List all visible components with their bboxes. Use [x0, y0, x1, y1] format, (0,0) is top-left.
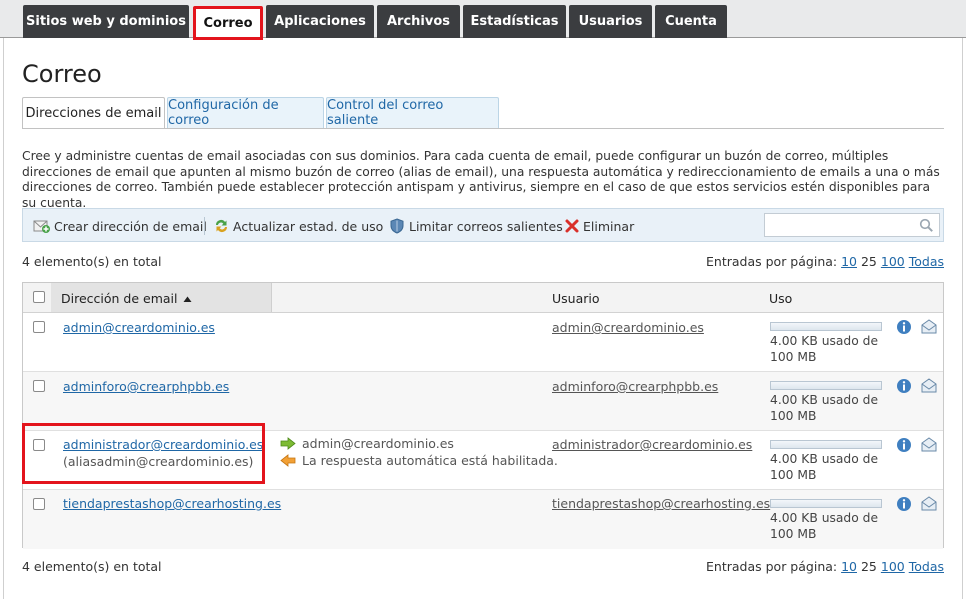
usage-text: 4.00 KB usado de 100 MB — [770, 452, 879, 482]
email-table: Dirección de email Usuario Uso admin@cre… — [22, 282, 944, 549]
total-count-bottom: 4 elemento(s) en total — [22, 559, 162, 574]
autoreply-status: La respuesta automática está habilitada. — [302, 453, 558, 468]
info-icon[interactable] — [896, 319, 912, 335]
subtab-divider — [22, 128, 944, 129]
per-page-label: Entradas por página: — [706, 254, 838, 269]
col-user-header[interactable]: Usuario — [552, 291, 600, 306]
tab-statistics[interactable]: Estadísticas — [463, 5, 566, 38]
page-title: Correo — [22, 60, 102, 88]
table-header: Dirección de email Usuario Uso — [23, 283, 943, 313]
per-page-25: 25 — [860, 254, 877, 269]
per-page-label: Entradas por página: — [706, 559, 838, 574]
search-icon[interactable] — [919, 218, 934, 233]
mail-settings-icon[interactable] — [920, 437, 938, 453]
row-checkbox[interactable] — [33, 498, 45, 510]
per-page-25: 25 — [860, 559, 877, 574]
usage-bar — [770, 381, 882, 390]
autoreply-info: La respuesta automática está habilitada. — [280, 453, 558, 468]
per-page-all[interactable]: Todas — [909, 254, 944, 269]
usage-bar — [770, 322, 882, 331]
per-page-top: Entradas por página: 10 25 100 Todas — [706, 254, 944, 269]
page-description: Cree y administre cuentas de email asoci… — [22, 149, 940, 210]
delete-x-icon — [565, 219, 579, 233]
toolbar-separator — [204, 217, 205, 235]
usage-text: 4.00 KB usado de 100 MB — [770, 511, 879, 541]
mail-settings-icon[interactable] — [920, 496, 938, 512]
refresh-usage-label: Actualizar estad. de uso — [233, 218, 384, 234]
per-page-10[interactable]: 10 — [841, 254, 857, 269]
per-page-100[interactable]: 100 — [881, 254, 905, 269]
col-email-header[interactable]: Dirección de email — [61, 291, 192, 306]
user-link[interactable]: adminforo@crearphpbb.es — [552, 379, 718, 394]
shield-icon — [390, 218, 404, 234]
usage-bar — [770, 440, 882, 449]
per-page-10[interactable]: 10 — [841, 559, 857, 574]
tab-users[interactable]: Usuarios — [569, 5, 652, 38]
mail-settings-icon[interactable] — [920, 319, 938, 335]
forward-arrow-icon — [280, 437, 296, 450]
main-nav: Sitios web y dominios Correo Aplicacione… — [0, 0, 966, 40]
search-input[interactable] — [764, 213, 940, 237]
info-icon[interactable] — [896, 437, 912, 453]
forward-address: admin@creardominio.es — [302, 436, 454, 451]
delete-button[interactable]: Eliminar — [564, 217, 634, 235]
annotation-highlight-box — [22, 423, 265, 484]
email-address-link[interactable]: adminforo@crearphpbb.es — [63, 379, 229, 394]
info-icon[interactable] — [896, 378, 912, 394]
tab-account[interactable]: Cuenta — [655, 5, 727, 38]
sort-asc-icon — [183, 296, 192, 302]
select-all-checkbox[interactable] — [33, 291, 45, 303]
per-page-100[interactable]: 100 — [881, 559, 905, 574]
total-count-top: 4 elemento(s) en total — [22, 254, 162, 269]
per-page-bottom: Entradas por página: 10 25 100 Todas — [706, 559, 944, 574]
tab-applications[interactable]: Aplicaciones — [266, 5, 374, 38]
toolbar: Crear dirección de email Actualizar esta… — [22, 208, 944, 242]
forwarding-info: admin@creardominio.es — [280, 436, 454, 451]
col-email-label: Dirección de email — [61, 291, 178, 306]
limit-outgoing-button[interactable]: Limitar correos salientes — [389, 217, 563, 235]
create-mail-icon — [33, 220, 50, 233]
table-row: tiendaprestashop@crearhosting.es tiendap… — [23, 490, 943, 549]
subtab-email-addresses[interactable]: Direcciones de email — [22, 97, 165, 129]
per-page-all[interactable]: Todas — [909, 559, 944, 574]
usage-text: 4.00 KB usado de 100 MB — [770, 393, 879, 423]
email-address-link[interactable]: admin@creardominio.es — [63, 320, 215, 335]
autoreply-arrow-icon — [280, 454, 296, 467]
create-email-button[interactable]: Crear dirección de email — [33, 217, 207, 235]
usage-text: 4.00 KB usado de 100 MB — [770, 334, 879, 364]
col-usage-header[interactable]: Uso — [769, 291, 792, 306]
user-link[interactable]: administrador@creardominio.es — [552, 437, 752, 452]
info-icon[interactable] — [896, 496, 912, 512]
create-email-label: Crear dirección de email — [54, 218, 207, 234]
subtab-outgoing-mail-control[interactable]: Control del correo saliente — [326, 97, 499, 128]
refresh-usage-button[interactable]: Actualizar estad. de uso — [213, 217, 383, 235]
tab-websites-domains[interactable]: Sitios web y dominios — [23, 5, 189, 38]
tab-files[interactable]: Archivos — [377, 5, 460, 38]
delete-label: Eliminar — [583, 218, 635, 234]
subtab-mail-settings[interactable]: Configuración de correo — [167, 97, 324, 128]
tab-mail[interactable]: Correo — [193, 6, 263, 40]
usage-bar — [770, 499, 882, 508]
user-link[interactable]: tiendaprestashop@crearhosting.es — [552, 496, 770, 511]
table-row: admin@creardominio.es admin@creardominio… — [23, 313, 943, 372]
row-checkbox[interactable] — [33, 321, 45, 333]
row-checkbox[interactable] — [33, 380, 45, 392]
user-link[interactable]: admin@creardominio.es — [552, 320, 704, 335]
limit-outgoing-label: Limitar correos salientes — [409, 218, 563, 234]
email-address-link[interactable]: tiendaprestashop@crearhosting.es — [63, 496, 281, 511]
refresh-icon — [216, 220, 227, 232]
mail-settings-icon[interactable] — [920, 378, 938, 394]
